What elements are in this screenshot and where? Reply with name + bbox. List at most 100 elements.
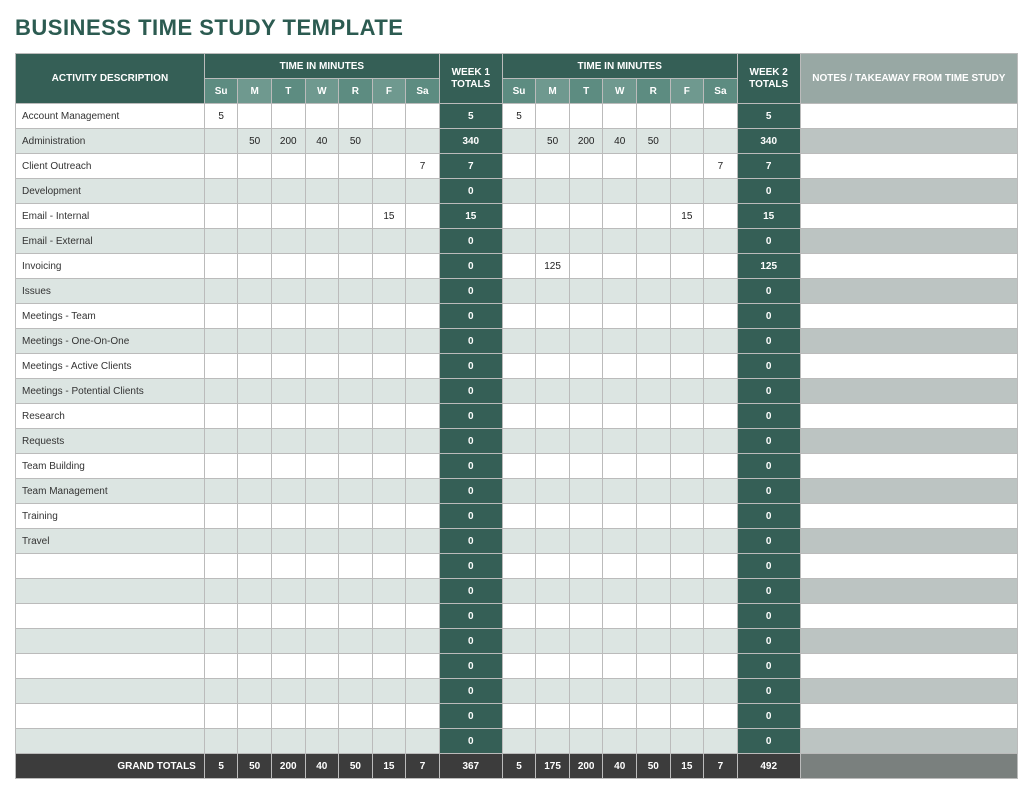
day-cell[interactable] [637,529,671,554]
day-cell[interactable] [339,479,373,504]
day-cell[interactable] [238,629,272,654]
day-cell[interactable] [536,204,570,229]
day-cell[interactable] [569,504,603,529]
day-cell[interactable] [238,104,272,129]
day-cell[interactable] [502,179,536,204]
activity-cell[interactable] [16,704,205,729]
day-cell[interactable] [238,154,272,179]
day-cell[interactable] [271,204,305,229]
day-cell[interactable] [637,504,671,529]
day-cell[interactable] [406,604,440,629]
day-cell[interactable] [603,629,637,654]
day-cell[interactable] [670,729,704,754]
day-cell[interactable] [339,329,373,354]
day-cell[interactable] [502,654,536,679]
day-cell[interactable]: 50 [238,129,272,154]
day-cell[interactable] [704,704,738,729]
day-cell[interactable] [670,279,704,304]
day-cell[interactable] [569,629,603,654]
day-cell[interactable] [670,454,704,479]
day-cell[interactable] [204,279,238,304]
day-cell[interactable] [670,504,704,529]
day-cell[interactable] [305,154,339,179]
day-cell[interactable] [704,129,738,154]
notes-cell[interactable] [800,304,1017,329]
day-cell[interactable] [339,204,373,229]
day-cell[interactable] [502,429,536,454]
day-cell[interactable] [406,329,440,354]
day-cell[interactable] [569,154,603,179]
day-cell[interactable] [569,404,603,429]
day-cell[interactable] [305,429,339,454]
day-cell[interactable] [704,579,738,604]
day-cell[interactable] [372,129,406,154]
day-cell[interactable] [204,479,238,504]
activity-cell[interactable]: Invoicing [16,254,205,279]
day-cell[interactable] [536,554,570,579]
day-cell[interactable] [569,479,603,504]
day-cell[interactable] [204,229,238,254]
day-cell[interactable] [704,404,738,429]
day-cell[interactable] [406,729,440,754]
day-cell[interactable] [536,229,570,254]
notes-cell[interactable] [800,704,1017,729]
day-cell[interactable] [406,654,440,679]
day-cell[interactable] [569,604,603,629]
day-cell[interactable] [670,179,704,204]
day-cell[interactable] [238,604,272,629]
day-cell[interactable] [339,629,373,654]
day-cell[interactable] [204,654,238,679]
day-cell[interactable] [305,504,339,529]
day-cell[interactable] [305,204,339,229]
activity-cell[interactable]: Meetings - Potential Clients [16,379,205,404]
day-cell[interactable] [704,604,738,629]
activity-cell[interactable]: Email - Internal [16,204,205,229]
day-cell[interactable] [536,154,570,179]
day-cell[interactable] [339,429,373,454]
day-cell[interactable] [569,679,603,704]
day-cell[interactable] [339,354,373,379]
day-cell[interactable] [204,629,238,654]
day-cell[interactable] [372,729,406,754]
day-cell[interactable] [502,229,536,254]
day-cell[interactable] [502,704,536,729]
day-cell[interactable] [637,379,671,404]
day-cell[interactable] [372,104,406,129]
day-cell[interactable] [204,354,238,379]
day-cell[interactable] [238,279,272,304]
notes-cell[interactable] [800,579,1017,604]
day-cell[interactable] [305,654,339,679]
day-cell[interactable] [637,229,671,254]
day-cell[interactable] [406,229,440,254]
activity-cell[interactable]: Meetings - Active Clients [16,354,205,379]
day-cell[interactable] [238,379,272,404]
day-cell[interactable] [704,529,738,554]
day-cell[interactable] [271,504,305,529]
day-cell[interactable] [603,279,637,304]
day-cell[interactable]: 200 [271,129,305,154]
day-cell[interactable] [305,329,339,354]
notes-cell[interactable] [800,479,1017,504]
day-cell[interactable] [305,479,339,504]
day-cell[interactable] [271,604,305,629]
day-cell[interactable] [603,604,637,629]
activity-cell[interactable]: Team Management [16,479,205,504]
day-cell[interactable] [536,379,570,404]
day-cell[interactable]: 15 [372,204,406,229]
day-cell[interactable] [271,404,305,429]
day-cell[interactable] [339,554,373,579]
day-cell[interactable] [305,229,339,254]
day-cell[interactable] [238,504,272,529]
day-cell[interactable] [502,604,536,629]
day-cell[interactable] [603,329,637,354]
day-cell[interactable] [637,429,671,454]
day-cell[interactable]: 40 [305,129,339,154]
day-cell[interactable] [502,679,536,704]
day-cell[interactable] [238,429,272,454]
notes-cell[interactable] [800,179,1017,204]
day-cell[interactable] [603,254,637,279]
day-cell[interactable] [704,479,738,504]
day-cell[interactable] [204,179,238,204]
day-cell[interactable] [536,329,570,354]
day-cell[interactable] [372,379,406,404]
